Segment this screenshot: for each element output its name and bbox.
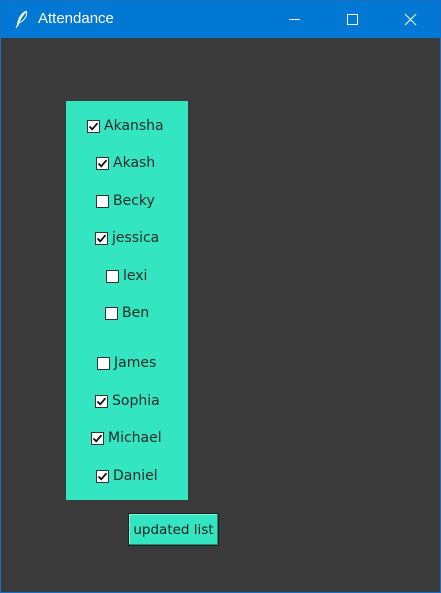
attendance-window: Attendance Akansha Akash Becky jessica l… [0, 0, 441, 593]
checkbox[interactable] [96, 156, 109, 170]
student-name: Akash [113, 155, 156, 171]
maximize-button[interactable] [323, 1, 380, 38]
student-checkbox-row[interactable]: Akansha [87, 116, 164, 136]
student-checkbox-row[interactable]: Akash [96, 153, 155, 173]
checkbox[interactable] [95, 394, 108, 408]
feather-icon [14, 10, 30, 29]
checkmark-icon [96, 397, 107, 406]
minimize-button[interactable] [265, 1, 322, 38]
student-name: Ben [122, 305, 150, 321]
student-checkbox-row[interactable]: Sophia [95, 391, 160, 411]
student-checkbox-row[interactable]: jessica [95, 228, 159, 248]
student-name: jessica [112, 230, 160, 246]
window-title: Attendance [38, 10, 114, 27]
checkmark-icon [88, 122, 99, 131]
student-name: Michael [108, 430, 162, 446]
student-checklist-panel: Akansha Akash Becky jessica lexi Ben Jam… [66, 101, 188, 500]
updated-list-button[interactable]: updated list [128, 513, 219, 546]
student-name: Daniel [113, 468, 158, 484]
checkbox[interactable] [87, 119, 100, 133]
checkmark-icon [92, 434, 103, 443]
checkmark-icon [96, 234, 107, 243]
student-checkbox-row[interactable]: Becky [96, 191, 155, 211]
minimize-icon [289, 19, 300, 20]
student-checkbox-row[interactable]: James [97, 353, 156, 373]
checkbox[interactable] [96, 469, 109, 483]
checkbox[interactable] [105, 306, 118, 320]
student-checkbox-row[interactable]: Ben [105, 303, 149, 323]
window-client-area: Akansha Akash Becky jessica lexi Ben Jam… [1, 38, 440, 592]
student-name: lexi [123, 268, 148, 284]
title-bar[interactable]: Attendance [1, 1, 440, 38]
student-checkbox-row[interactable]: Michael [91, 428, 162, 448]
close-button[interactable] [382, 1, 439, 38]
close-icon [404, 13, 417, 26]
checkbox[interactable] [95, 231, 108, 245]
checkbox[interactable] [91, 431, 104, 445]
maximize-icon [347, 14, 358, 25]
checkmark-icon [97, 472, 108, 481]
student-name: Becky [113, 193, 155, 209]
student-checkbox-row[interactable]: lexi [106, 266, 147, 286]
checkbox[interactable] [97, 356, 110, 370]
student-name: Sophia [112, 393, 160, 409]
checkbox[interactable] [106, 269, 119, 283]
checkbox[interactable] [96, 194, 109, 208]
student-checkbox-row[interactable]: Daniel [96, 466, 158, 486]
checkmark-icon [97, 159, 108, 168]
student-name: James [114, 355, 157, 371]
student-name: Akansha [104, 118, 164, 134]
